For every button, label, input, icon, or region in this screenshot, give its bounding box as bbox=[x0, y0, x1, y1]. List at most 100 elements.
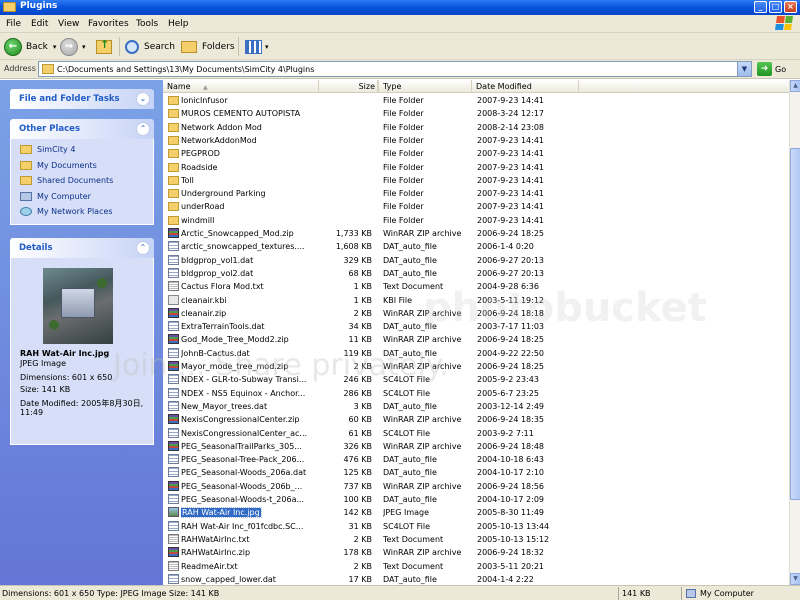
file-date: 2006-9-24 18:48 bbox=[477, 441, 544, 451]
folder-row[interactable]: PEGPROD File Folder 2007-9-23 14:41 bbox=[163, 147, 789, 160]
back-button[interactable]: ← Back ▾ bbox=[4, 36, 56, 57]
file-row[interactable]: RAHWatAirInc.zip 178 KB WinRAR ZIP archive… bbox=[163, 546, 789, 559]
file-row[interactable]: JohnB-Cactus.dat 119 KB DAT_auto_file 2004-… bbox=[163, 347, 789, 360]
file-row[interactable]: NexisCongressionalCenter.zip 60 KB WinRAR … bbox=[163, 413, 789, 426]
close-button[interactable]: × bbox=[784, 1, 797, 13]
file-name: underRoad bbox=[181, 200, 326, 213]
file-row[interactable]: PEG_Seasonal-Tree-Pack_206... 476 KB DAT_a… bbox=[163, 453, 789, 466]
file-row[interactable]: Arctic_Snowcapped_Mod.zip 1,733 KB WinRAR … bbox=[163, 227, 789, 240]
scroll-down-arrow-icon[interactable]: ▼ bbox=[790, 573, 800, 585]
folder-row[interactable]: Toll File Folder 2007-9-23 14:41 bbox=[163, 174, 789, 187]
file-name-text: cleanair.kbi bbox=[181, 295, 227, 305]
forward-button[interactable]: → ▾ bbox=[60, 36, 86, 57]
file-row[interactable]: RAHWatAirInc.txt 2 KB Text Document 2005-10… bbox=[163, 533, 789, 546]
column-header-size[interactable]: Size bbox=[318, 80, 379, 93]
file-row[interactable]: ExtraTerrainTools.dat 34 KB DAT_auto_file 2… bbox=[163, 320, 789, 333]
scrollbar-thumb[interactable] bbox=[790, 148, 800, 500]
other-places-header[interactable]: Other Places ⌃ bbox=[10, 119, 154, 139]
go-button[interactable]: ➜ Go bbox=[757, 62, 786, 76]
minimize-button[interactable]: _ bbox=[754, 1, 767, 13]
toolbar-separator bbox=[119, 37, 120, 56]
folder-row[interactable]: windmill File Folder 2007-9-23 14:41 bbox=[163, 214, 789, 227]
address-field[interactable]: C:\Documents and Settings\13\My Document… bbox=[38, 61, 752, 77]
file-name-text: RAHWatAirInc.zip bbox=[181, 548, 251, 558]
back-label: Back bbox=[26, 41, 48, 52]
chevron-down-icon[interactable]: ▼ bbox=[737, 62, 751, 76]
maximize-button[interactable]: □ bbox=[769, 1, 782, 13]
place-my-documents[interactable]: My Documents bbox=[11, 158, 153, 174]
details-header[interactable]: Details ⌃ bbox=[10, 238, 154, 258]
file-date: 2003-5-11 19:12 bbox=[477, 295, 544, 305]
folder-row[interactable]: IonicInfusor File Folder 2007-9-23 14:41 bbox=[163, 94, 789, 107]
vertical-scrollbar[interactable]: ▲ ▼ bbox=[789, 80, 800, 585]
file-name: Cactus Flora Mod.txt bbox=[181, 280, 326, 293]
place-shared-documents[interactable]: Shared Documents bbox=[11, 173, 153, 189]
file-row[interactable]: NDEX - NS5 Equinox - Anchor... 286 KB SC4L… bbox=[163, 387, 789, 400]
file-row[interactable]: cleanair.kbi 1 KB KBI File 2003-5-11 19:12 bbox=[163, 294, 789, 307]
file-name: PEG_SeasonalTrailParks_305... bbox=[181, 440, 326, 453]
file-date: 2005-6-7 23:25 bbox=[477, 388, 539, 398]
file-row[interactable]: NDEX - GLR-to-Subway Transi... 246 KB SC4L… bbox=[163, 373, 789, 386]
zip-file-icon bbox=[168, 440, 179, 451]
file-row[interactable]: cleanair.zip 2 KB WinRAR ZIP archive 2006-9… bbox=[163, 307, 789, 320]
file-row[interactable]: bldgprop_vol1.dat 329 KB DAT_auto_file 2006… bbox=[163, 254, 789, 267]
lot-file-icon bbox=[168, 427, 179, 438]
place-label: My Documents bbox=[37, 160, 97, 170]
file-row[interactable]: PEG_Seasonal-Woods-t_206a... 100 KB DAT_au… bbox=[163, 493, 789, 506]
status-bar: Dimensions: 601 x 650 Type: JPEG Image S… bbox=[0, 585, 800, 600]
file-row[interactable]: PEG_SeasonalTrailParks_305... 326 KB WinRA… bbox=[163, 440, 789, 453]
file-size: 2 KB bbox=[353, 561, 372, 571]
dat-file-icon bbox=[168, 254, 179, 265]
place-my-computer[interactable]: My Computer bbox=[11, 189, 153, 205]
views-button[interactable]: ▾ bbox=[245, 36, 269, 57]
file-row[interactable]: New_Mayor_trees.dat 3 KB DAT_auto_file 2003… bbox=[163, 400, 789, 413]
menu-tools[interactable]: Tools bbox=[136, 19, 158, 29]
place-simcity4[interactable]: SimCity 4 bbox=[11, 142, 153, 158]
menu-file[interactable]: File bbox=[6, 19, 21, 29]
file-type: WinRAR ZIP archive bbox=[383, 308, 462, 318]
file-row[interactable]: NexisCongressionalCenter_ac... 61 KB SC4LO… bbox=[163, 427, 789, 440]
folder-icon bbox=[3, 2, 16, 12]
up-folder-button[interactable]: ↑ bbox=[96, 36, 112, 57]
folders-button[interactable]: Folders bbox=[181, 36, 235, 57]
file-row[interactable]: Mayor_mode_tree_mod.zip 2 KB WinRAR ZIP ar… bbox=[163, 360, 789, 373]
file-date: 2006-9-27 20:13 bbox=[477, 255, 544, 265]
folder-row[interactable]: MUROS CEMENTO AUTOPISTA File Folder 2008-3… bbox=[163, 107, 789, 120]
folder-icon bbox=[168, 175, 179, 185]
file-row[interactable]: ReadmeAir.txt 2 KB Text Document 2003-5-11 … bbox=[163, 560, 789, 573]
folder-row[interactable]: NetworkAddonMod File Folder 2007-9-23 14:4… bbox=[163, 134, 789, 147]
file-row[interactable]: PEG_Seasonal-Woods_206b_... 737 KB WinRAR … bbox=[163, 480, 789, 493]
file-row[interactable]: God_Mode_Tree_Modd2.zip 11 KB WinRAR ZIP a… bbox=[163, 333, 789, 346]
collapse-chevron-icon[interactable]: ⌃ bbox=[136, 241, 150, 255]
file-date: 2007-9-23 14:41 bbox=[477, 135, 544, 145]
folder-row[interactable]: Underground Parking File Folder 2007-9-23 … bbox=[163, 187, 789, 200]
file-folder-tasks-header[interactable]: File and Folder Tasks ⌄ bbox=[10, 89, 154, 109]
file-type: DAT_auto_file bbox=[383, 455, 437, 465]
file-type: WinRAR ZIP archive bbox=[383, 481, 462, 491]
file-row[interactable]: RAH Wat-Air Inc.jpg 142 KB JPEG Image 2005-… bbox=[163, 506, 789, 519]
scroll-up-arrow-icon[interactable]: ▲ bbox=[790, 80, 800, 92]
menu-favorites[interactable]: Favorites bbox=[88, 19, 129, 29]
collapse-chevron-icon[interactable]: ⌃ bbox=[136, 122, 150, 136]
menu-view[interactable]: View bbox=[58, 19, 79, 29]
file-row[interactable]: RAH Wat-Air Inc_f01fcdbc.SC... 31 KB SC4LO… bbox=[163, 520, 789, 533]
file-row[interactable]: Cactus Flora Mod.txt 1 KB Text Document 200… bbox=[163, 280, 789, 293]
place-my-network-places[interactable]: My Network Places bbox=[11, 204, 153, 220]
file-row[interactable]: arctic_snowcapped_textures.... 1,608 KB DA… bbox=[163, 240, 789, 253]
menu-help[interactable]: Help bbox=[168, 19, 189, 29]
file-name: PEG_Seasonal-Woods-t_206a... bbox=[181, 493, 326, 506]
file-row[interactable]: bldgprop_vol2.dat 68 KB DAT_auto_file 2006-… bbox=[163, 267, 789, 280]
dat-file-icon bbox=[168, 467, 179, 478]
expand-chevron-icon[interactable]: ⌄ bbox=[136, 92, 150, 106]
search-button[interactable]: Search bbox=[125, 36, 175, 57]
column-header-date[interactable]: Date Modified bbox=[472, 80, 579, 93]
file-size: 286 KB bbox=[343, 388, 372, 398]
column-header-type[interactable]: Type bbox=[379, 80, 472, 93]
menu-edit[interactable]: Edit bbox=[31, 19, 48, 29]
file-row[interactable]: PEG_Seasonal-Woods_206a.dat 125 KB DAT_aut… bbox=[163, 466, 789, 479]
folder-row[interactable]: Roadside File Folder 2007-9-23 14:41 bbox=[163, 161, 789, 174]
folder-row[interactable]: Network Addon Mod File Folder 2008-2-14 23… bbox=[163, 121, 789, 134]
file-name: JohnB-Cactus.dat bbox=[181, 347, 326, 360]
file-size: 100 KB bbox=[343, 495, 372, 504]
folder-row[interactable]: underRoad File Folder 2007-9-23 14:41 bbox=[163, 200, 789, 213]
